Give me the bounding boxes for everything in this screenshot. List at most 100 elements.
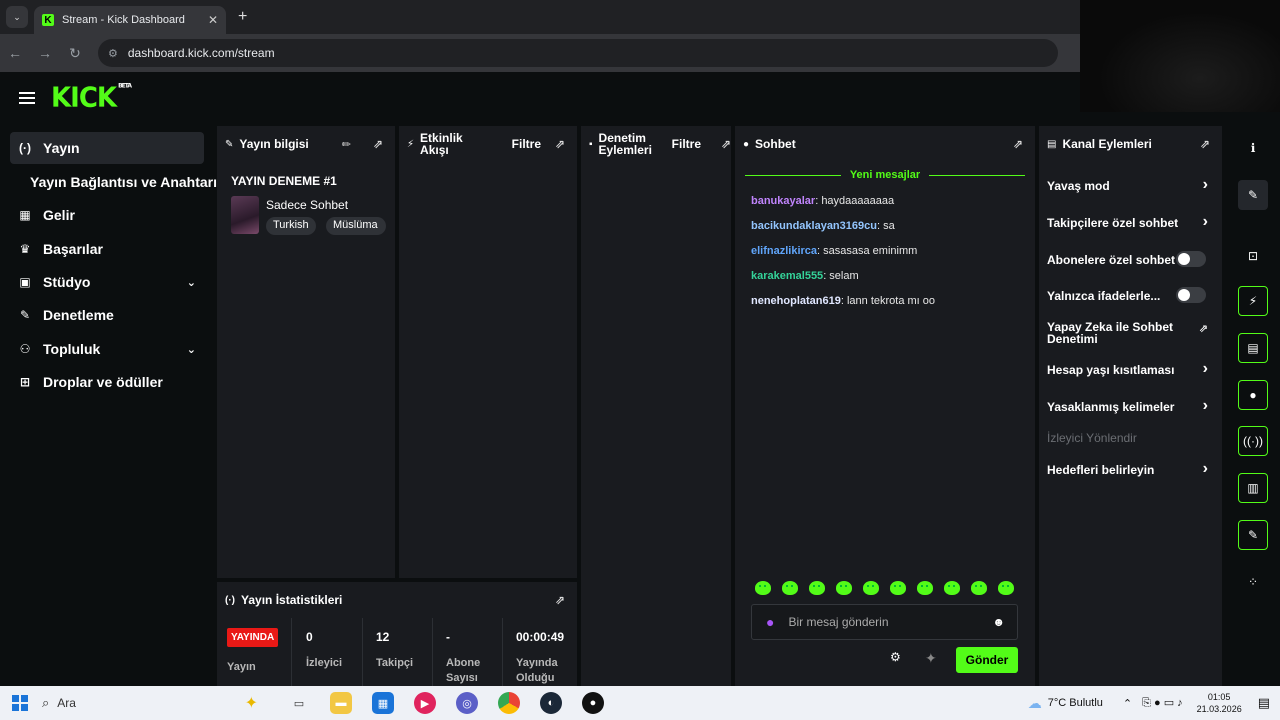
task-view-icon[interactable]: ▭: [288, 692, 310, 714]
browser-tab[interactable]: K Stream - Kick Dashboard ✕: [34, 6, 226, 34]
uptime-value: 00:00:49: [516, 630, 565, 644]
wrench-icon: ✎: [19, 308, 31, 322]
forward-icon[interactable]: →: [30, 45, 60, 61]
popout-icon[interactable]: ⇗: [555, 593, 565, 607]
dashboard-header: KICK BETA: [0, 72, 1080, 124]
sidebar-item-topluluk[interactable]: ⚇ Topluluk ⌄: [10, 333, 204, 365]
chat-message[interactable]: bacikundaklayan3169cu: sa: [751, 220, 895, 232]
category-name[interactable]: Sadece Sohbet: [266, 198, 348, 212]
store-icon[interactable]: ▦: [372, 692, 394, 714]
popout-icon[interactable]: ⇗: [1200, 137, 1210, 151]
shield-icon: ▪: [589, 138, 593, 150]
filter-button[interactable]: Filtre: [512, 137, 541, 151]
pencil-icon[interactable]: ✎: [1238, 180, 1268, 210]
chat-settings-icon[interactable]: ⚙: [890, 650, 901, 664]
sidebar-item-studyo[interactable]: ▣ Stüdyo ⌄: [10, 266, 204, 298]
wrench-icon: ✎: [225, 138, 234, 150]
sidebar-item-droplar[interactable]: ⊞ Droplar ve ödüller: [10, 366, 204, 398]
reload-icon[interactable]: ↻: [60, 45, 90, 62]
tab-search-dropdown-icon[interactable]: ⌄: [6, 6, 28, 28]
chevron-down-icon[interactable]: ⌄: [187, 343, 196, 356]
new-messages-divider[interactable]: Yeni mesajlar: [745, 169, 1025, 183]
emote-icon[interactable]: [809, 581, 825, 595]
sidebar-item-denetleme[interactable]: ✎ Denetleme: [10, 299, 204, 331]
sidebar-item-yayin[interactable]: (·) Yayın: [10, 132, 204, 164]
notes-icon[interactable]: ▤: [1238, 333, 1268, 363]
notification-icon[interactable]: ▤: [1258, 695, 1270, 711]
popout-icon[interactable]: ⇗: [721, 137, 731, 151]
site-info-icon[interactable]: ⚙: [108, 47, 118, 60]
steam-icon[interactable]: ◐: [540, 692, 562, 714]
wrench-icon[interactable]: ✎: [1238, 520, 1268, 550]
popout-icon[interactable]: ⇗: [373, 137, 383, 151]
emote-icon[interactable]: [863, 581, 879, 595]
emote-icon[interactable]: [998, 581, 1014, 595]
slow-mode-item[interactable]: Yavaş mod ›: [1047, 176, 1214, 193]
banned-words-item[interactable]: Yasaklanmış kelimeler ›: [1047, 397, 1214, 414]
channel-actions-panel: ▤ Kanal Eylemleri ⇗ Yavaş mod › Takipçile…: [1039, 126, 1222, 686]
screenshot-icon[interactable]: ⊡: [1238, 241, 1268, 271]
set-goals-item[interactable]: Hedefleri belirleyin ›: [1047, 460, 1214, 477]
menu-icon[interactable]: [19, 89, 35, 107]
chevron-up-icon[interactable]: ⌃: [1123, 697, 1132, 710]
chat-input[interactable]: ● Bir mesaj gönderin ☻: [751, 604, 1018, 640]
windows-taskbar: ⌕ Ara ✦ ▭ ▬ ▦ ▶ ◎ ◐ ● ☁ 7°C Bulutlu ⌃ ⎘ …: [0, 686, 1280, 720]
chrome-icon[interactable]: [498, 692, 520, 714]
tray-icons[interactable]: ⎘ ● ▭ ♪: [1142, 696, 1183, 710]
viewers-value: 0: [306, 630, 313, 644]
filter-button[interactable]: Filtre: [672, 137, 701, 151]
emote-icon[interactable]: [971, 581, 987, 595]
bolt-icon[interactable]: ⚡: [1238, 286, 1268, 316]
edit-icon[interactable]: ✏: [342, 138, 351, 151]
layout-icon[interactable]: ▥: [1238, 473, 1268, 503]
taskbar-search[interactable]: ⌕ Ara ✦: [42, 689, 268, 717]
clock[interactable]: 01:05 21.03.2026: [1197, 691, 1242, 715]
account-age-item[interactable]: Hesap yaşı kısıtlaması ›: [1047, 360, 1214, 377]
browser-toolbar: ← → ↻ ⚙ dashboard.kick.com/stream: [0, 34, 1080, 72]
emote-icon[interactable]: [755, 581, 771, 595]
viewers-label: İzleyici: [306, 657, 343, 669]
sidebar-item-gelir[interactable]: ▦ Gelir: [10, 199, 204, 231]
chat-message[interactable]: elifnazlikirca: sasasasa eminimm: [751, 245, 917, 257]
media-player-icon[interactable]: ▶: [414, 692, 436, 714]
address-bar[interactable]: ⚙ dashboard.kick.com/stream: [98, 39, 1058, 67]
activity-feed-panel: ⚡ Etkinlik Akışı Filtre ⇗: [399, 126, 577, 578]
chat-bubble-icon: ●: [743, 138, 750, 150]
popout-icon[interactable]: ⇗: [555, 137, 565, 151]
weather-text[interactable]: 7°C Bulutlu: [1048, 697, 1103, 709]
emote-icon[interactable]: [782, 581, 798, 595]
emotes-only-toggle[interactable]: [1176, 287, 1206, 303]
info-icon[interactable]: ℹ: [1238, 133, 1268, 163]
emote-icon[interactable]: [836, 581, 852, 595]
new-tab-icon[interactable]: +: [238, 8, 247, 26]
ai-moderation-item[interactable]: Yapay Zeka ile Sohbet Denetimi ⇗: [1047, 321, 1214, 345]
recorder-icon[interactable]: ●: [582, 692, 604, 714]
popout-icon[interactable]: ⇗: [1013, 137, 1023, 151]
send-button[interactable]: Gönder: [956, 647, 1018, 673]
file-explorer-icon[interactable]: ▬: [330, 692, 352, 714]
chat-placeholder: Bir mesaj gönderin: [788, 615, 889, 629]
chat-message[interactable]: banukayalar: haydaaaaaaaa: [751, 195, 894, 207]
emote-icon[interactable]: [944, 581, 960, 595]
chat-icon[interactable]: ●: [1238, 380, 1268, 410]
kick-logo[interactable]: KICK BETA: [51, 82, 132, 114]
sidebar-item-basarilar[interactable]: ♛ Başarılar: [10, 233, 204, 265]
category-thumbnail[interactable]: [231, 196, 259, 234]
emote-icon[interactable]: [917, 581, 933, 595]
windows-start-icon[interactable]: [12, 695, 28, 711]
followers-only-item[interactable]: Takipçilere özel sohbet ›: [1047, 213, 1214, 230]
chat-message[interactable]: karakemal555: selam: [751, 270, 859, 282]
chat-message[interactable]: nenehoplatan619: lann tekrota mı oo: [751, 295, 935, 307]
emote-icon[interactable]: [890, 581, 906, 595]
sidebar-item-stream-key[interactable]: Yayın Bağlantısı ve Anahtarı: [10, 166, 220, 198]
close-tab-icon[interactable]: ✕: [208, 13, 218, 27]
subscribers-only-toggle[interactable]: [1176, 251, 1206, 267]
chevron-down-icon[interactable]: ⌄: [187, 276, 196, 289]
back-icon[interactable]: ←: [0, 45, 30, 61]
microphone-icon[interactable]: ●: [766, 614, 774, 630]
emoji-icon[interactable]: ☻: [992, 615, 1005, 629]
badge-icon[interactable]: ✦: [925, 650, 937, 667]
broadcast-icon[interactable]: ((·)): [1238, 426, 1268, 456]
connections-icon[interactable]: ⁘: [1238, 567, 1268, 597]
app-icon[interactable]: ◎: [456, 692, 478, 714]
